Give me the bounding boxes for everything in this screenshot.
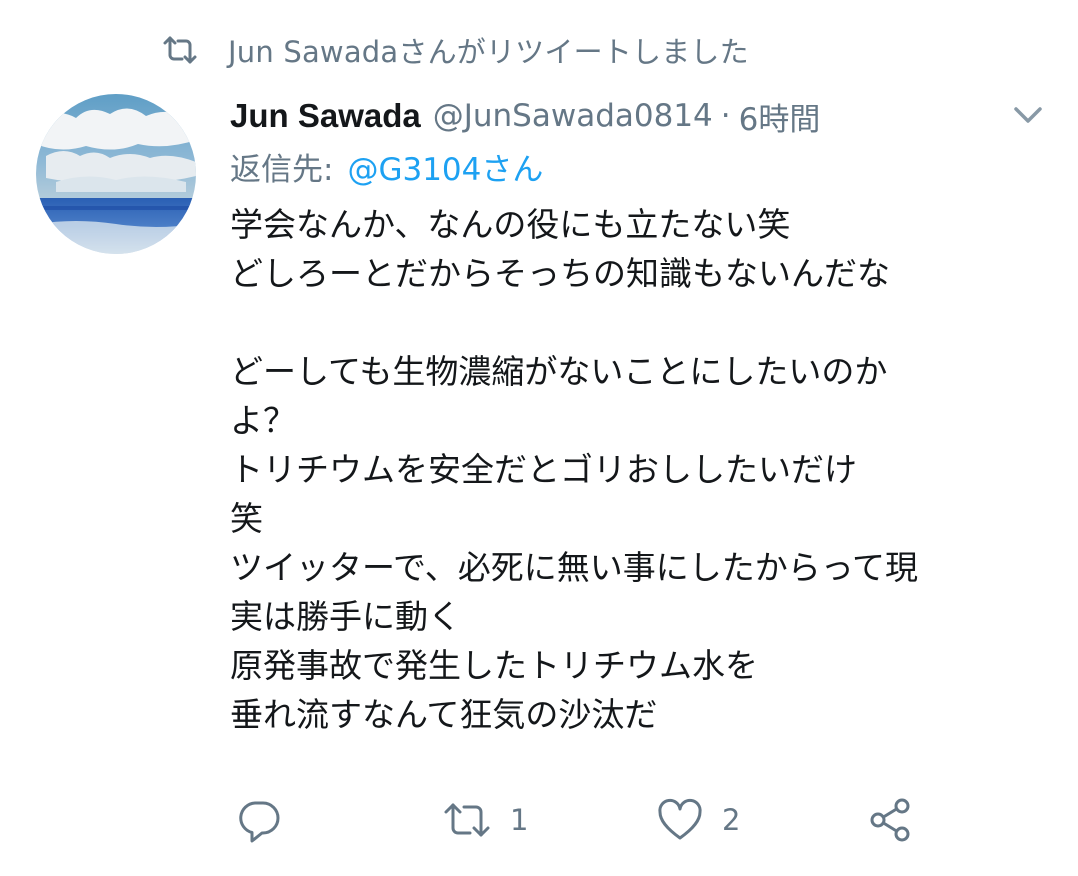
tweet-actions: 1 2: [230, 790, 950, 850]
timestamp[interactable]: 6時間: [739, 94, 821, 139]
reply-to-label: 返信先:: [230, 151, 334, 188]
retweet-banner[interactable]: Jun Sawadaさんがリツイートしました: [162, 30, 749, 70]
heart-icon: [656, 798, 704, 842]
separator-dot: ·: [720, 98, 731, 134]
tweet-line: どしろーとだからそっちの知識もないんだな: [230, 254, 890, 293]
author-handle[interactable]: @JunSawada0814: [433, 98, 713, 134]
retweet-icon: [442, 800, 492, 840]
avatar[interactable]: [36, 94, 196, 254]
reply-to-handle[interactable]: @G3104さん: [347, 144, 543, 189]
tweet-line: トリチウムを安全だとゴリおししたいだけ: [230, 450, 857, 489]
reply-to: 返信先: @G3104さん: [230, 142, 543, 190]
reply-icon: [236, 797, 282, 843]
tweet-line: どーしても生物濃縮がないことにしたいのか: [230, 352, 888, 391]
retweet-icon: [162, 35, 198, 65]
tweet-line: 学会なんか、なんの役にも立たない笑: [230, 205, 791, 244]
tweet-line: ツイッターで、必死に無い事にしたからって現: [230, 548, 919, 587]
share-icon: [866, 796, 914, 844]
tweet-line: 笑: [230, 499, 263, 538]
tweet-line: よ？: [230, 401, 296, 440]
share-button[interactable]: [866, 790, 914, 850]
tweet-line: 実は勝手に動く: [230, 597, 461, 636]
like-button[interactable]: 2: [656, 790, 740, 850]
reply-button[interactable]: [236, 790, 282, 850]
retweet-banner-text: Jun Sawadaさんがリツイートしました: [228, 35, 749, 69]
chevron-down-icon[interactable]: [1010, 100, 1046, 130]
tweet-line: 原発事故で発生したトリチウム水を: [230, 646, 758, 685]
retweet-button[interactable]: 1: [442, 790, 528, 850]
retweet-count: 1: [510, 803, 529, 837]
tweet-line: 垂れ流すなんて狂気の沙汰だ: [230, 695, 658, 734]
like-count: 2: [722, 803, 741, 837]
tweet-text: 学会なんか、なんの役にも立たない笑 どしろーとだからそっちの知識もないんだな ど…: [230, 200, 1040, 739]
author-display-name[interactable]: Jun Sawada: [230, 97, 421, 135]
tweet-header: Jun Sawada @JunSawada0814 · 6時間: [230, 92, 820, 140]
